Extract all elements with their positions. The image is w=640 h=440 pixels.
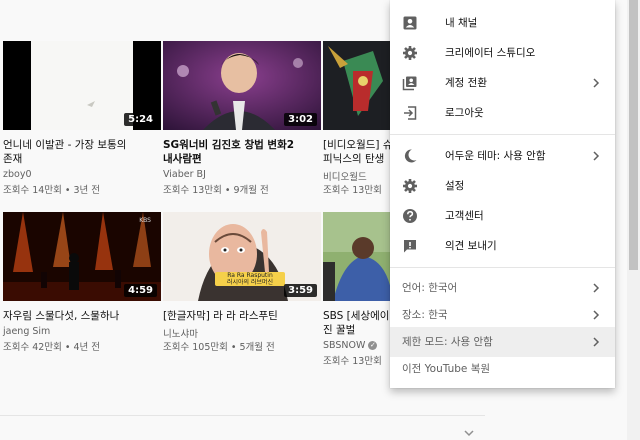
menu-item-location[interactable]: 장소: 한국 xyxy=(390,300,615,330)
video-card[interactable]: [비디오월드] 슈 피닉스의 탄생 비디오월드 조회수 13만회 xyxy=(323,41,390,196)
menu-item-label: 크리에이터 스튜디오 xyxy=(445,47,536,59)
menu-item-switch-account[interactable]: 계정 전환 xyxy=(390,68,615,98)
video-card[interactable]: Ra Ra Rasputin 러시아의 러브머신 3:59 [한글자막] 라 라… xyxy=(163,212,321,362)
video-title[interactable]: SG워너비 김진호 창법 변화2 내사람편 xyxy=(163,138,317,166)
thumbnail-image xyxy=(323,41,390,130)
menu-item-label: 계정 전환 xyxy=(445,77,487,89)
menu-item-label: 로그아웃 xyxy=(445,107,484,119)
exit-icon xyxy=(404,106,417,120)
video-meta: 조회수 14만회 • 3년 전 xyxy=(3,185,100,196)
video-thumbnail[interactable] xyxy=(323,41,390,130)
svg-text:KBS: KBS xyxy=(139,217,151,224)
scrollbar-thumb[interactable] xyxy=(629,0,638,270)
chevron-right-icon xyxy=(593,78,600,88)
feedback-icon xyxy=(404,240,416,253)
video-meta: 조회수 13만회 • 9개월 전 xyxy=(163,185,269,196)
menu-item-dark-theme[interactable]: 어두운 테마: 사용 안함 xyxy=(390,141,615,171)
channel-name[interactable]: Viaber BJ xyxy=(163,169,206,180)
video-thumbnail[interactable]: 3:02 xyxy=(163,41,321,130)
channel-name-text: SBSNOW xyxy=(323,340,366,351)
moon-icon xyxy=(404,149,417,163)
video-card[interactable]: 3:02 SG워너비 김진호 창법 변화2 내사람편 Viaber BJ 조회수… xyxy=(163,41,321,196)
video-title[interactable]: 자우림 스물다섯, 스물하나 xyxy=(3,309,157,323)
switch-account-icon xyxy=(402,76,417,91)
video-title[interactable]: 언니네 이발관 - 가장 보통의 존재 xyxy=(3,138,157,166)
chevron-right-icon xyxy=(593,151,600,161)
gear-icon xyxy=(403,179,417,193)
menu-item-settings[interactable]: 설정 xyxy=(390,171,615,201)
menu-item-sign-out[interactable]: 로그아웃 xyxy=(390,98,615,128)
verified-icon: ✓ xyxy=(368,341,378,350)
video-duration: 3:59 xyxy=(284,284,317,297)
video-duration: 4:59 xyxy=(124,284,157,297)
chevron-right-icon xyxy=(593,310,600,320)
menu-item-help[interactable]: 고객센터 xyxy=(390,201,615,231)
menu-item-label: 장소: 한국 xyxy=(402,309,448,321)
menu-item-creator-studio[interactable]: 크리에이터 스튜디오 xyxy=(390,38,615,68)
menu-divider xyxy=(390,134,615,135)
video-title[interactable]: SBS [세상에이 진 꿀벌 xyxy=(323,309,390,337)
video-duration: 5:24 xyxy=(124,113,157,126)
video-duration: 3:02 xyxy=(284,113,317,126)
video-meta: 조회수 13만회 xyxy=(323,356,382,367)
video-meta: 조회수 13만회 xyxy=(323,185,382,196)
menu-item-label: 이전 YouTube 복원 xyxy=(402,363,491,375)
channel-name[interactable]: 비디오월드 xyxy=(323,169,367,183)
video-meta: 조회수 105만회 • 5개월 전 xyxy=(163,342,275,353)
menu-item-label: 내 채널 xyxy=(445,17,478,29)
channel-name[interactable]: jaeng Sim xyxy=(3,326,50,337)
video-meta: 조회수 42만회 • 4년 전 xyxy=(3,342,100,353)
menu-item-label: 의견 보내기 xyxy=(445,240,497,252)
menu-item-label: 어두운 테마: 사용 안함 xyxy=(445,150,546,162)
menu-item-send-feedback[interactable]: 의견 보내기 xyxy=(390,231,615,261)
menu-item-label: 고객센터 xyxy=(445,210,484,222)
menu-item-label: 언어: 한국어 xyxy=(402,282,458,294)
gear-icon xyxy=(403,46,417,60)
section-divider xyxy=(0,415,485,416)
menu-item-restricted-mode[interactable]: 제한 모드: 사용 안함 xyxy=(390,327,615,357)
video-thumbnail[interactable]: 5:24 xyxy=(3,41,161,130)
video-title[interactable]: [비디오월드] 슈 피닉스의 탄생 xyxy=(323,138,390,166)
menu-item-restore-old-youtube[interactable]: 이전 YouTube 복원 xyxy=(390,354,615,384)
menu-item-label: 제한 모드: 사용 안함 xyxy=(402,336,493,348)
video-card[interactable]: KBS 4:59 자우림 스물다섯, 스물하나 jaeng Sim 조회수 42… xyxy=(3,212,161,362)
account-box-icon xyxy=(403,16,417,30)
chevron-down-icon[interactable] xyxy=(462,426,476,440)
video-grid: 5:24 언니네 이발관 - 가장 보통의 존재 zboy0 조회수 14만회 … xyxy=(0,0,390,440)
chevron-right-icon xyxy=(593,337,600,347)
video-card[interactable]: 5:24 언니네 이발관 - 가장 보통의 존재 zboy0 조회수 14만회 … xyxy=(3,41,161,196)
account-menu: 내 채널 크리에이터 스튜디오 계정 전환 로그아웃 어두운 테마: 사용 안함… xyxy=(390,0,615,388)
video-thumbnail[interactable] xyxy=(323,212,390,301)
video-thumbnail[interactable]: Ra Ra Rasputin 러시아의 러브머신 3:59 xyxy=(163,212,321,301)
menu-item-language[interactable]: 언어: 한국어 xyxy=(390,273,615,303)
channel-name[interactable]: SBSNOW ✓ xyxy=(323,340,378,351)
channel-name[interactable]: zboy0 xyxy=(3,169,32,180)
menu-item-my-channel[interactable]: 내 채널 xyxy=(390,8,615,38)
channel-name[interactable]: 니노샤마 xyxy=(163,326,198,340)
video-thumbnail[interactable]: KBS 4:59 xyxy=(3,212,161,301)
chevron-right-icon xyxy=(593,283,600,293)
video-card[interactable]: SBS [세상에이 진 꿀벌 SBSNOW ✓ 조회수 13만회 xyxy=(323,212,390,367)
menu-divider xyxy=(390,267,615,268)
video-title[interactable]: [한글자막] 라 라 라스푸틴 xyxy=(163,309,317,323)
thumbnail-image xyxy=(323,212,390,301)
thumbnail-caption: Ra Ra Rasputin 러시아의 러브머신 xyxy=(215,272,285,286)
menu-item-label: 설정 xyxy=(445,180,465,192)
help-icon xyxy=(403,209,417,223)
